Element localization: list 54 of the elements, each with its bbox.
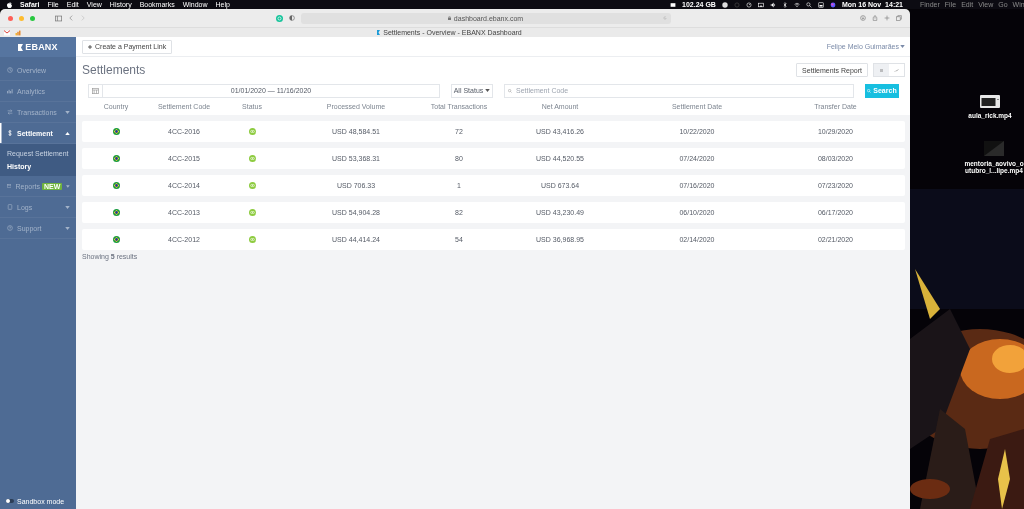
toggle-switch[interactable] bbox=[6, 499, 14, 503]
volume-icon[interactable] bbox=[769, 1, 776, 8]
view-toggle[interactable] bbox=[874, 64, 889, 76]
wifi-icon[interactable] bbox=[793, 1, 800, 8]
chart-icon[interactable] bbox=[15, 29, 21, 36]
tabs-icon[interactable] bbox=[896, 15, 902, 21]
lock-icon bbox=[447, 16, 451, 20]
clock-icon bbox=[7, 67, 13, 73]
search-icon bbox=[508, 88, 512, 93]
flag-icon bbox=[112, 209, 120, 216]
link-icon bbox=[248, 209, 256, 216]
circle-icon[interactable] bbox=[721, 1, 728, 8]
gauge-icon[interactable] bbox=[745, 1, 752, 8]
bluetooth-icon[interactable] bbox=[781, 1, 788, 8]
calendar-icon bbox=[7, 183, 12, 189]
back-icon[interactable] bbox=[68, 15, 74, 21]
logo-text: EBANX bbox=[25, 42, 58, 52]
page-title: Settlements bbox=[82, 63, 146, 77]
link-icon bbox=[248, 182, 256, 189]
download-icon[interactable] bbox=[860, 15, 866, 21]
shield-icon[interactable] bbox=[288, 15, 295, 21]
caret-icon bbox=[900, 45, 905, 48]
logo[interactable]: EBANX bbox=[0, 37, 76, 57]
logo-mark-icon bbox=[18, 43, 24, 51]
question-icon bbox=[7, 225, 13, 231]
arrows-icon bbox=[7, 109, 13, 115]
flag-icon bbox=[112, 182, 120, 189]
plus-icon[interactable] bbox=[884, 15, 890, 21]
close-button[interactable] bbox=[8, 15, 13, 21]
bar-chart-icon bbox=[7, 88, 13, 94]
display-icon[interactable] bbox=[757, 1, 764, 8]
link-icon bbox=[248, 236, 256, 243]
sidebar-icon[interactable] bbox=[55, 14, 62, 22]
apple-icon[interactable] bbox=[7, 1, 12, 8]
flag-icon bbox=[112, 236, 120, 243]
link-icon bbox=[248, 128, 256, 135]
chart-icon bbox=[894, 67, 899, 73]
caret-icon bbox=[485, 89, 491, 92]
flag-icon bbox=[112, 155, 120, 162]
dollar-icon bbox=[7, 130, 13, 136]
minimize-button[interactable] bbox=[19, 15, 24, 21]
tab-favicon-icon bbox=[377, 30, 381, 35]
search-icon[interactable] bbox=[805, 1, 812, 8]
flag-icon bbox=[112, 128, 120, 135]
share-icon[interactable] bbox=[872, 15, 878, 21]
tablet-icon bbox=[7, 204, 13, 210]
mail-icon[interactable] bbox=[4, 29, 10, 36]
list-icon bbox=[879, 67, 884, 73]
link-icon bbox=[248, 155, 256, 162]
plus-icon bbox=[88, 44, 92, 49]
zoom-button[interactable] bbox=[30, 15, 35, 21]
video-file-icon[interactable] bbox=[980, 95, 1000, 108]
calendar-icon bbox=[92, 87, 99, 94]
search-icon bbox=[867, 88, 872, 93]
